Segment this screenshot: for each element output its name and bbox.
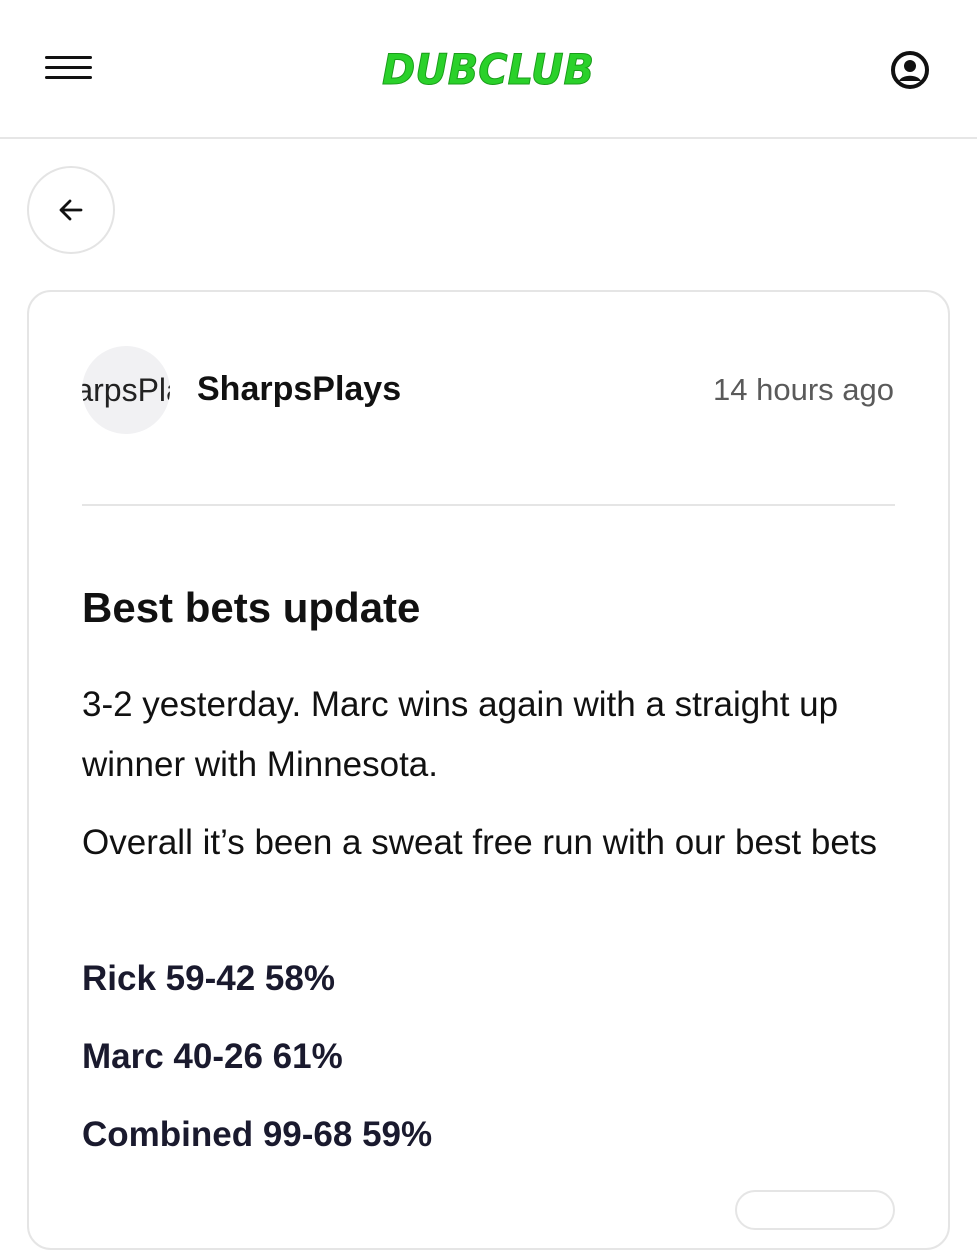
- divider: [82, 504, 895, 506]
- post-title: Best bets update: [82, 584, 421, 631]
- logo-text: DUBCLUB: [382, 45, 594, 94]
- post-paragraph: 3-2 yesterday. Marc wins again with a st…: [82, 685, 839, 784]
- action-button[interactable]: [735, 1190, 895, 1230]
- stat-line: Rick 59-42 58%: [82, 959, 335, 998]
- avatar-label: SharpsPlays: [82, 371, 170, 408]
- back-button[interactable]: [27, 166, 115, 254]
- profile-button[interactable]: [890, 50, 930, 90]
- author-name[interactable]: SharpsPlays: [197, 370, 401, 409]
- post-paragraph: Overall it’s been a sweat free run with …: [82, 823, 878, 862]
- arrow-left-icon: [59, 199, 83, 221]
- dubclub-logo[interactable]: DUBCLUB: [380, 38, 598, 96]
- logo-wordmark: DUBCLUB: [382, 45, 595, 95]
- hamburger-icon: [45, 56, 92, 59]
- top-header: DUBCLUB: [0, 0, 977, 139]
- hamburger-icon-bar: [45, 76, 92, 79]
- stat-line: Marc 40-26 61%: [82, 1037, 343, 1076]
- user-circle-icon: [891, 51, 929, 89]
- post-timestamp: 14 hours ago: [713, 372, 894, 407]
- stat-line: Combined 99-68 59%: [82, 1115, 433, 1154]
- avatar[interactable]: SharpsPlays: [82, 346, 170, 434]
- menu-button[interactable]: [40, 46, 96, 90]
- hamburger-icon-bar: [45, 66, 92, 69]
